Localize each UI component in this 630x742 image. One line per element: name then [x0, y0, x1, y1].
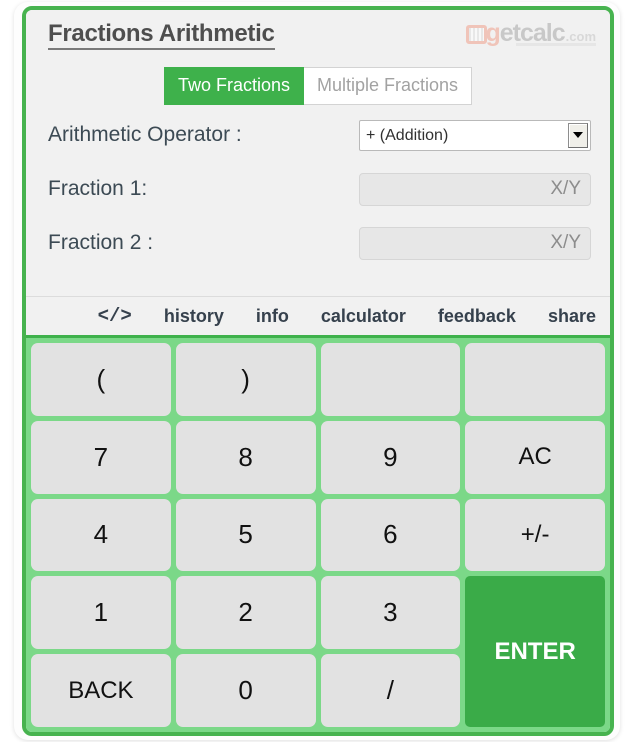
fraction2-control [359, 226, 591, 260]
key-backspace[interactable]: BACK [31, 654, 171, 727]
key-digit-2[interactable]: 2 [175, 576, 316, 650]
menu-item-calculator[interactable]: calculator [321, 306, 406, 327]
keypad: () 7 8 9 AC 4 5 6 +/- 1 2 3 ENTER BACK 0/ [26, 335, 610, 732]
key-blank-2 [465, 343, 605, 416]
key-digit-9[interactable]: 9 [320, 420, 461, 494]
key-all-clear[interactable]: AC [465, 420, 605, 494]
header: Fractions Arithmetic g etcalc .com [26, 10, 610, 56]
key-digit-8[interactable]: 8 [175, 420, 316, 494]
operator-label: Arithmetic Operator : [48, 123, 242, 146]
operator-row: Arithmetic Operator : + (Addition) - (Su… [26, 108, 610, 162]
calculator-app: Fractions Arithmetic g etcalc .com Two F… [0, 0, 630, 742]
key-digit-5[interactable]: 5 [175, 498, 316, 572]
tab-two-fractions[interactable]: Two Fractions [163, 67, 304, 105]
calculator-card: Fractions Arithmetic g etcalc .com Two F… [22, 6, 614, 736]
menu-item-feedback[interactable]: feedback [438, 306, 516, 327]
input-panel: Fractions Arithmetic g etcalc .com Two F… [26, 10, 610, 335]
getcalc-logo[interactable]: g etcalc .com [466, 19, 596, 47]
fraction1-label: Fraction 1: [48, 177, 148, 200]
fraction2-label: Fraction 2 : [48, 231, 154, 254]
logo-underbar [516, 43, 596, 46]
fraction1-row: Fraction 1: [26, 162, 610, 216]
operator-control: + (Addition) - (Subtraction) x (Multipli… [359, 119, 591, 151]
menu-bar: </> history info calculator feedback sha… [26, 296, 610, 335]
logo-name: etcalc [499, 19, 566, 47]
key-digit-1[interactable]: 1 [31, 576, 171, 650]
key-blank-1 [320, 343, 461, 416]
mode-tabs: Two Fractions Multiple Fractions [26, 67, 610, 105]
arithmetic-operator-select[interactable]: + (Addition) - (Subtraction) x (Multipli… [359, 119, 591, 151]
fraction1-control [359, 172, 591, 206]
fraction2-row: Fraction 2 : [26, 216, 610, 270]
key-paren-close[interactable]: ) [175, 343, 316, 416]
key-digit-0[interactable]: 0 [175, 654, 316, 727]
fraction2-input[interactable] [359, 226, 591, 260]
key-digit-6[interactable]: 6 [320, 498, 461, 572]
key-paren-open[interactable]: ( [31, 343, 171, 416]
key-digit-4[interactable]: 4 [31, 498, 171, 572]
fraction1-input[interactable] [359, 172, 591, 206]
form: Arithmetic Operator : + (Addition) - (Su… [26, 108, 610, 270]
menu-item-history[interactable]: history [164, 306, 224, 327]
logo-g-letter: g [485, 19, 500, 47]
page-title: Fractions Arithmetic [48, 21, 275, 50]
key-enter[interactable]: ENTER [465, 576, 605, 727]
key-sign-toggle[interactable]: +/- [465, 498, 605, 572]
menu-item-share[interactable]: share [548, 306, 596, 327]
key-digit-7[interactable]: 7 [31, 420, 171, 494]
key-divide-slash[interactable]: / [320, 654, 461, 727]
key-digit-3[interactable]: 3 [320, 576, 461, 650]
menu-item-code[interactable]: </> [98, 305, 132, 327]
calculator-icon [466, 24, 488, 44]
tab-multiple-fractions[interactable]: Multiple Fractions [304, 67, 473, 105]
menu-item-info[interactable]: info [256, 306, 289, 327]
